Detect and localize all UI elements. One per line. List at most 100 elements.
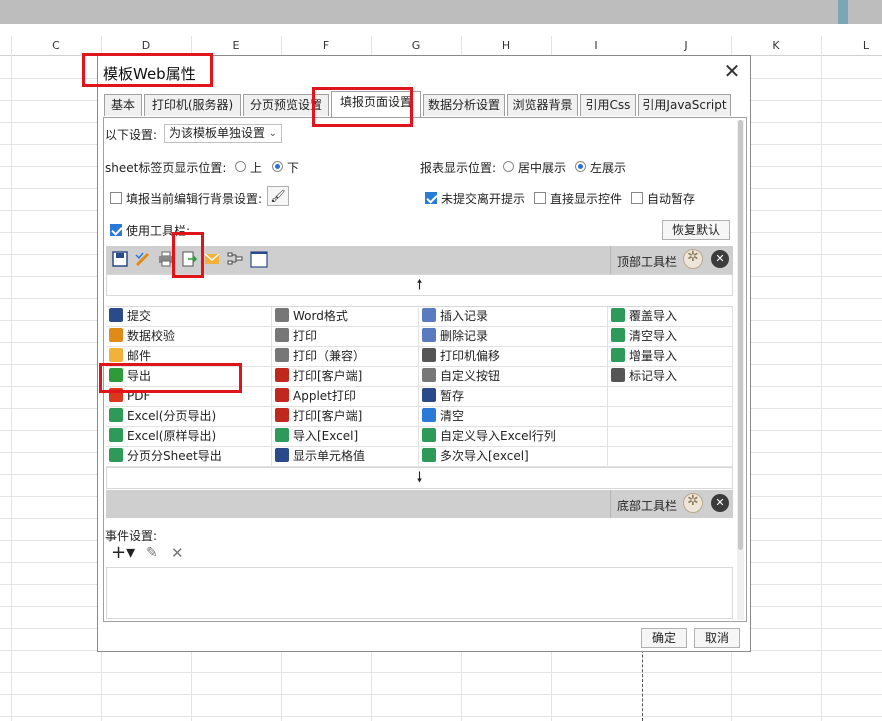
remove-icon[interactable]: ✕	[711, 250, 729, 268]
toolbar-button-option[interactable]: 标记导入	[608, 367, 733, 387]
toolbar-button-option[interactable]: 暂存	[419, 387, 608, 407]
paint-bucket-icon[interactable]: 🖌	[267, 186, 289, 206]
radio-sheet-bottom-label: 下	[287, 161, 300, 175]
toolbar-button-option[interactable]: 提交	[106, 307, 272, 327]
radio-report-center[interactable]	[503, 161, 514, 172]
show-controls-label: 直接显示控件	[550, 192, 623, 206]
gear-icon[interactable]	[683, 493, 703, 513]
column-header-g[interactable]: G	[371, 39, 461, 52]
printer-icon[interactable]	[158, 251, 174, 267]
tab-ref-javascript[interactable]: 引用JavaScript	[638, 94, 731, 116]
toolbar-button-option[interactable]: 打印[客户端]	[272, 367, 419, 387]
toolbar-button-option	[608, 407, 733, 427]
scope-select[interactable]: 为该模板单独设置 ⌄	[164, 124, 282, 143]
button-option-icon	[611, 348, 625, 362]
column-header-f[interactable]: F	[281, 39, 371, 52]
template-web-properties-dialog: 模板Web属性 ✕ 基本 打印机(服务器) 分页预览设置 填报页面设置 数据分析…	[97, 55, 751, 652]
toolbar-button-option[interactable]: 自定义导入Excel行列	[419, 427, 608, 447]
toolbar-button-option[interactable]: 打印（兼容）	[272, 347, 419, 367]
row-background-checkbox[interactable]	[110, 192, 122, 204]
export-icon[interactable]	[181, 251, 197, 267]
edit-icon[interactable]: ✎	[146, 545, 158, 561]
move-down-arrow-icon[interactable]: 🠗	[106, 467, 733, 489]
radio-sheet-top[interactable]	[235, 161, 246, 172]
toolbar-button-option[interactable]: 导入[Excel]	[272, 427, 419, 447]
toolbar-button-option[interactable]: 打印	[272, 327, 419, 347]
button-option-icon	[275, 328, 289, 342]
report-position-label: 报表显示位置:	[420, 161, 497, 175]
toolbar-button-option[interactable]: 邮件	[106, 347, 272, 367]
tab-ref-css[interactable]: 引用Css	[580, 94, 636, 116]
toolbar-button-option[interactable]: 删除记录	[419, 327, 608, 347]
button-option-label: Excel(原样导出)	[127, 429, 217, 443]
toolbar-button-option[interactable]: 打印[客户端]	[272, 407, 419, 427]
toolbar-button-option[interactable]: Word格式	[272, 307, 419, 327]
column-header-j[interactable]: J	[641, 39, 731, 52]
toolbar-button-option[interactable]: PDF	[106, 387, 272, 407]
tab-browser-background[interactable]: 浏览器背景	[507, 94, 578, 116]
panel-scrollbar[interactable]	[737, 120, 744, 620]
toolbar-button-option[interactable]: 增量导入	[608, 347, 733, 367]
toolbar-button-option[interactable]: 多次导入[excel]	[419, 447, 608, 467]
top-toolbar-label: 顶部工具栏	[617, 255, 678, 269]
cancel-button[interactable]: 取消	[694, 628, 740, 648]
pencil-check-icon[interactable]	[135, 251, 151, 267]
button-option-label: 多次导入[excel]	[440, 449, 529, 463]
use-toolbar-checkbox[interactable]	[110, 224, 122, 236]
column-header-d[interactable]: D	[101, 39, 191, 52]
toolbar-button-option[interactable]: 分页分Sheet导出	[106, 447, 272, 467]
button-option-icon	[109, 308, 123, 322]
button-option-icon	[275, 348, 289, 362]
radio-report-left[interactable]	[575, 161, 586, 172]
tab-data-analysis[interactable]: 数据分析设置	[423, 94, 505, 116]
column-header-e[interactable]: E	[191, 39, 281, 52]
toolbar-button-option[interactable]: 自定义按钮	[419, 367, 608, 387]
tree-icon[interactable]	[227, 251, 243, 267]
tab-page-preview[interactable]: 分页预览设置	[243, 94, 329, 116]
move-up-arrow-icon[interactable]: 🠕	[106, 274, 733, 296]
toolbar-button-option[interactable]: 显示单元格值	[272, 447, 419, 467]
gear-icon[interactable]	[683, 249, 703, 269]
delete-icon[interactable]: ✕	[171, 544, 184, 562]
toolbar-button-option[interactable]: Excel(分页导出)	[106, 407, 272, 427]
ok-button[interactable]: 确定	[641, 628, 687, 648]
close-icon[interactable]: ✕	[722, 61, 742, 81]
tab-fill-page-settings[interactable]: 填报页面设置	[331, 91, 421, 117]
button-option-label: Applet打印	[293, 389, 356, 403]
toolbar-button-option[interactable]: 清空导入	[608, 327, 733, 347]
button-option-label: Word格式	[293, 309, 348, 323]
toolbar-button-option[interactable]: 数据校验	[106, 327, 272, 347]
radio-sheet-bottom[interactable]	[272, 161, 283, 172]
grid-line	[0, 672, 882, 673]
unsubmitted-prompt-checkbox[interactable]	[425, 192, 437, 204]
remove-icon[interactable]: ✕	[711, 494, 729, 512]
window-icon[interactable]	[250, 251, 268, 268]
event-list[interactable]	[106, 567, 733, 619]
reset-default-button[interactable]: 恢复默认	[662, 220, 730, 240]
button-option-icon	[275, 448, 289, 462]
toolbar-button-option[interactable]: 导出	[106, 367, 272, 387]
page-break-line	[642, 640, 643, 721]
toolbar-button-option[interactable]: 清空	[419, 407, 608, 427]
column-header-c[interactable]: C	[11, 39, 101, 52]
show-controls-checkbox[interactable]	[534, 192, 546, 204]
save-icon[interactable]	[112, 251, 128, 267]
add-icon[interactable]: +▾	[111, 542, 135, 563]
button-option-label: 清空	[440, 409, 465, 423]
toolbar-button-option[interactable]: 打印机偏移	[419, 347, 608, 367]
column-header-h[interactable]: H	[461, 39, 551, 52]
toolbar-button-option[interactable]: 覆盖导入	[608, 307, 733, 327]
column-header-k[interactable]: K	[731, 39, 821, 52]
toolbar-button-option[interactable]: Excel(原样导出)	[106, 427, 272, 447]
toolbar-button-option[interactable]: 插入记录	[419, 307, 608, 327]
autosave-checkbox[interactable]	[631, 192, 643, 204]
tab-basic[interactable]: 基本	[104, 94, 142, 116]
email-icon[interactable]	[204, 251, 220, 267]
button-option-icon	[422, 448, 436, 462]
button-option-label: 打印[客户端]	[293, 369, 363, 383]
tab-printer-server[interactable]: 打印机(服务器)	[144, 94, 241, 116]
toolbar-button-option[interactable]: Applet打印	[272, 387, 419, 407]
scrollbar-thumb[interactable]	[738, 120, 743, 550]
column-header-l[interactable]: L	[821, 39, 882, 52]
column-header-i[interactable]: I	[551, 39, 641, 52]
